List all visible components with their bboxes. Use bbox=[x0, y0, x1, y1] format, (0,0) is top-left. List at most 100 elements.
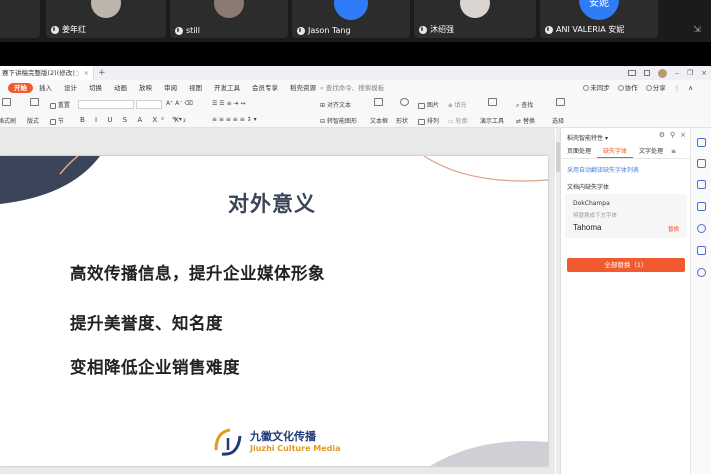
menu-bar: 开始 插入 设计 切换 动画 放映 审阅 视图 开发工具 会员专享 稻壳资源 ⌕… bbox=[0, 80, 711, 96]
title-bar: 赛下讲稿完整版(2)(修改) ▢ × + – ❐ × bbox=[0, 66, 711, 80]
text-effect-icon[interactable]: ✎ ▾ bbox=[172, 116, 182, 123]
menu-devtools[interactable]: 开发工具 bbox=[208, 80, 246, 96]
font-size-controls[interactable]: A⁺ A⁻ ⌫ bbox=[166, 100, 193, 107]
layout-button[interactable]: 版式 bbox=[27, 116, 39, 125]
location-icon[interactable] bbox=[697, 268, 706, 277]
mic-icon bbox=[419, 25, 427, 34]
minimize-icon[interactable]: – bbox=[675, 69, 679, 77]
screen: 姜年红 still Jason Tang 沐绍强 安妮 ANI VALERIA … bbox=[0, 0, 711, 474]
image-tool-icon[interactable] bbox=[697, 246, 706, 255]
rocket-icon[interactable] bbox=[697, 138, 706, 147]
slide-canvas-area: 对外意义 高效传播信息，提升企业媒体形象 提升美誉度、知名度 变相降低企业销售难… bbox=[0, 128, 555, 474]
layout-icon[interactable] bbox=[628, 70, 637, 76]
participant-tile-1[interactable]: 姜年红 bbox=[46, 0, 166, 38]
collapse-ribbon-icon[interactable]: ∧ bbox=[688, 80, 693, 96]
slide-bullet-3[interactable]: 变相降低企业销售难度 bbox=[70, 354, 240, 378]
pin-icon[interactable]: ▢ bbox=[73, 66, 79, 80]
menu-docer[interactable]: 稻壳资源 bbox=[284, 80, 322, 96]
new-tab-button[interactable]: + bbox=[98, 66, 106, 80]
restore-icon[interactable]: ❐ bbox=[687, 69, 693, 77]
auto-translate-link[interactable]: 采用自动翻译缺失字体列表 bbox=[567, 165, 639, 174]
participant-tile-5[interactable]: 安妮 ANI VALERIA 安妮 bbox=[540, 0, 658, 38]
text-align-button[interactable]: ⊞ 对齐文本 bbox=[320, 100, 351, 109]
fill-button[interactable]: ◈ 填充 bbox=[448, 100, 467, 109]
tab-missing-fonts[interactable]: 缺失字体 bbox=[597, 145, 634, 158]
menu-transition[interactable]: 切换 bbox=[83, 80, 108, 96]
slide-bullet-2[interactable]: 提升美誉度、知名度 bbox=[70, 310, 223, 334]
slide[interactable]: 对外意义 高效传播信息，提升企业媒体形象 提升美誉度、知名度 变相降低企业销售难… bbox=[0, 156, 548, 466]
slide-title[interactable]: 对外意义 bbox=[228, 188, 316, 218]
menu-view[interactable]: 视图 bbox=[183, 80, 208, 96]
image-button[interactable]: 图片 bbox=[418, 100, 439, 109]
panel-header-icons: ⚙ ⚲ × bbox=[659, 131, 686, 139]
participant-tile-4[interactable]: 沐绍强 bbox=[414, 0, 536, 38]
shape-button[interactable] bbox=[400, 98, 409, 106]
menu-insert[interactable]: 插入 bbox=[33, 80, 58, 96]
new-slide-icon bbox=[30, 98, 39, 106]
collab-button[interactable]: 协作 bbox=[617, 80, 638, 96]
textbox-label: 文本框 bbox=[370, 118, 389, 125]
replace-button[interactable]: ⇄ 替换 bbox=[516, 116, 535, 125]
outline-icon: ▭ bbox=[448, 118, 454, 125]
present-tools-button[interactable] bbox=[488, 98, 497, 106]
new-slide-group[interactable] bbox=[30, 98, 39, 106]
arrange-button[interactable]: 排列 bbox=[418, 116, 439, 125]
present-tools-label: 演示工具 bbox=[480, 118, 505, 125]
mic-icon bbox=[545, 25, 553, 34]
logo-mark-icon bbox=[214, 428, 242, 456]
textbox-button[interactable] bbox=[374, 98, 383, 106]
menu-design[interactable]: 设计 bbox=[58, 80, 83, 96]
menu-animation[interactable]: 动画 bbox=[108, 80, 133, 96]
copy-icon[interactable] bbox=[697, 202, 706, 211]
pin-icon[interactable]: ⚲ bbox=[670, 131, 675, 139]
replace-link[interactable]: 替换 bbox=[668, 225, 679, 233]
replacement-font-select[interactable]: Tahoma bbox=[573, 223, 601, 232]
smart-art-button[interactable]: ⊟ 转智能图形 bbox=[320, 116, 357, 125]
close-tab-icon[interactable]: × bbox=[84, 66, 89, 80]
menu-right-actions: 未同步 协作 分享 ⋮ ∧ bbox=[583, 80, 693, 96]
menu-icon[interactable]: ≡ bbox=[669, 145, 678, 158]
menu-slideshow[interactable]: 放映 bbox=[133, 80, 158, 96]
fill-icon: ◈ bbox=[448, 102, 453, 109]
slide-bullet-1[interactable]: 高效传播信息，提升企业媒体形象 bbox=[70, 260, 325, 284]
tab-text-process[interactable]: 文字处理 bbox=[633, 145, 669, 158]
format-painter-label[interactable]: 格式刷 bbox=[0, 116, 16, 125]
align-buttons[interactable]: ≡ ≡ ≡ ≡ ≡ ↕ ▾ bbox=[212, 116, 257, 123]
close-icon[interactable]: × bbox=[680, 131, 686, 139]
outline-button[interactable]: ▭ 轮廓 bbox=[448, 116, 468, 125]
font-name-select[interactable] bbox=[78, 100, 134, 109]
select-button[interactable] bbox=[556, 98, 565, 106]
participant-tile-2[interactable]: still bbox=[170, 0, 288, 38]
more-icon[interactable]: ⋮ bbox=[674, 80, 681, 96]
mic-icon bbox=[175, 26, 183, 35]
tab-page-process[interactable]: 页面处理 bbox=[561, 145, 597, 158]
grid-icon[interactable] bbox=[644, 70, 651, 76]
star-icon[interactable] bbox=[697, 180, 706, 189]
gear-icon[interactable]: ⚙ bbox=[659, 131, 665, 139]
menu-start[interactable]: 开始 bbox=[8, 83, 33, 93]
reset-button[interactable]: 重置 bbox=[50, 100, 70, 109]
participant-tile-3[interactable]: Jason Tang bbox=[292, 0, 410, 38]
expand-icon[interactable]: ⇲ bbox=[691, 24, 703, 36]
participant-avatar bbox=[91, 0, 121, 18]
list-buttons[interactable]: ☰ ☰ ≡ ⇥ ↔ bbox=[212, 100, 245, 107]
participant-avatar bbox=[334, 0, 368, 20]
sync-button[interactable]: 未同步 bbox=[583, 80, 610, 96]
close-icon[interactable]: × bbox=[701, 69, 707, 77]
font-size-select[interactable] bbox=[136, 100, 162, 109]
menu-member[interactable]: 会员专享 bbox=[246, 80, 284, 96]
document-tab[interactable]: 赛下讲稿完整版(2)(修改) ▢ × bbox=[0, 66, 94, 80]
replace-all-button[interactable]: 全部替换（1） bbox=[567, 258, 685, 272]
find-button[interactable]: ⌕ 查找 bbox=[516, 100, 533, 110]
sliders-icon[interactable] bbox=[697, 159, 706, 168]
section-button[interactable]: 节 bbox=[50, 116, 64, 125]
menu-review[interactable]: 审阅 bbox=[158, 80, 183, 96]
participant-tile-partial[interactable] bbox=[0, 0, 40, 38]
paste-group[interactable] bbox=[2, 98, 11, 106]
user-avatar-icon[interactable] bbox=[658, 68, 668, 78]
panel-header[interactable]: 稻壳智能特性 ▾ bbox=[567, 133, 608, 142]
share-button[interactable]: 分享 bbox=[645, 80, 666, 96]
slide-curve-topright bbox=[423, 156, 548, 182]
command-search[interactable]: ⌕ 查找命令、搜索模板 bbox=[320, 80, 384, 96]
help-icon[interactable] bbox=[697, 224, 706, 233]
